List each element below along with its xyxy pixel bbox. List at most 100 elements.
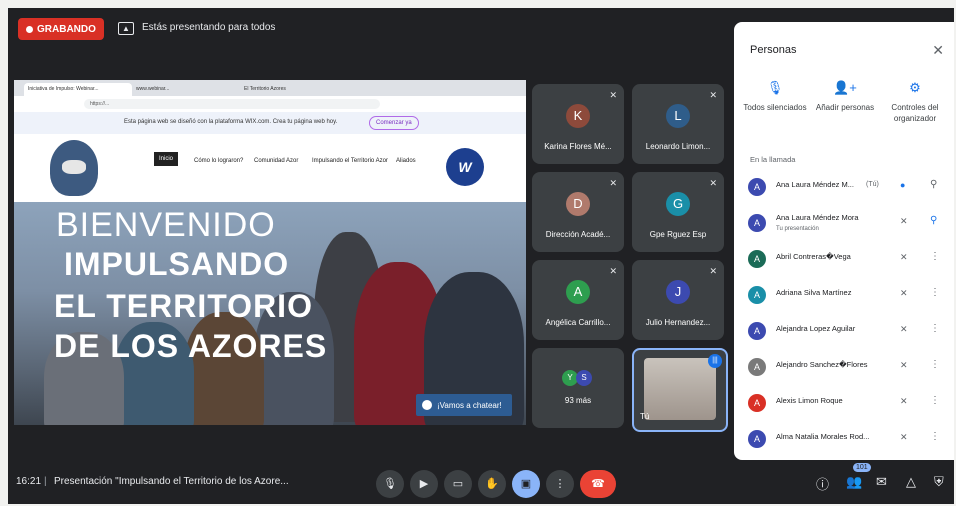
action-label: Controles del organizador [891,103,939,123]
more-participants-tile[interactable]: Y S 93 más [532,348,624,428]
host-controls-button[interactable]: ⚙ Controles del organizador [880,80,950,124]
add-person-icon: 👤+ [833,80,857,95]
meeting-info-icon[interactable]: ⓘ [816,474,829,493]
hero-line-3: EL TERRITORIO [54,288,313,324]
mic-off-icon[interactable]: ✕ [900,396,908,407]
pin-icon[interactable]: ⚲ [930,215,937,226]
avatar: A [748,322,766,340]
host-controls-icon: ⚙ [909,80,921,95]
present-button[interactable]: ▣ [512,470,540,498]
more-options-button[interactable]: ⋮ [546,470,574,498]
mic-off-icon: ✕ [709,266,717,276]
participant-name: Adriana Silva Martínez [776,288,852,297]
participant-tile[interactable]: ✕ J Julio Hernandez... [632,260,724,340]
separator: | [44,476,47,487]
more-options-icon[interactable]: ⋮ [930,287,940,298]
avatar: S [576,370,592,386]
mic-off-icon: ✕ [709,178,717,188]
nav-aliados[interactable]: Aliados [396,158,416,164]
participant-name: Alejandro Sanchez�Flores [776,360,868,369]
recording-label: GRABANDO [37,23,96,35]
falcon-mascot-icon [50,140,98,196]
chat-label: ¡Vamos a chatear! [437,400,502,410]
avatar: K [566,104,590,128]
browser-tab[interactable]: Iniciativa de Impulso: Webinar... [24,83,132,96]
leave-call-button[interactable]: ☎ [580,470,616,498]
more-options-icon[interactable]: ⋮ [930,395,940,406]
hero-line-1: BIENVENIDO [56,206,276,244]
url-field[interactable]: https://... [84,99,380,109]
avatar: A [748,394,766,412]
more-options-icon[interactable]: ⋮ [930,359,940,370]
close-icon[interactable]: ✕ [932,42,944,59]
raise-hand-button[interactable]: ✋ [478,470,506,498]
participant-row[interactable]: A Alejandra Lopez Aguilar ✕ ⋮ [742,316,948,346]
recording-badge[interactable]: GRABANDO [18,18,104,40]
mic-off-icon[interactable]: ✕ [900,252,908,263]
people-icon[interactable]: 👥 [846,474,862,490]
host-controls-icon[interactable]: ⛨ [934,474,944,490]
nav-inicio[interactable]: Inicio [154,152,179,166]
mic-off-icon[interactable]: ✕ [900,432,908,443]
participant-row[interactable]: A Alma Natalia Morales Rod... ✕ ⋮ [742,424,948,454]
chat-bubble-icon [422,400,432,410]
mic-off-icon[interactable]: ✕ [900,216,908,227]
self-tile[interactable]: ||| Tú [632,348,728,432]
participant-row[interactable]: A Alexis Limon Roque ✕ ⋮ [742,388,948,418]
participant-name: Leonardo Limon... [645,142,711,151]
participant-name: Ana Laura Méndez Mora [776,213,859,222]
self-video [644,358,716,420]
wix-banner: Esta página web se diseñó con la platafo… [14,112,526,134]
shared-screen: Iniciativa de Impulso: Webinar... www.we… [14,80,526,425]
participant-tile[interactable]: ✕ G Gpe Rguez Esp [632,172,724,252]
participant-name: Gpe Rguez Esp [649,230,707,239]
more-options-icon[interactable]: ⋮ [930,323,940,334]
hand-icon: ✋ [485,478,499,490]
more-options-icon[interactable]: ⋮ [930,251,940,262]
add-people-button[interactable]: 👤+ Añadir personas [810,80,880,113]
browser-tab[interactable]: El Territorio Azores [240,83,328,96]
record-dot-icon [26,25,33,33]
browser-tab[interactable]: www.webinar... [132,83,210,96]
participant-row[interactable]: A Ana Laura Méndez M... (Tú) ● ⚲ [742,172,948,202]
participant-name: Alma Natalia Morales Rod... [776,432,870,441]
mic-off-icon: ✕ [709,90,717,100]
action-label: Añadir personas [815,103,875,112]
wix-start-button[interactable]: Comenzar ya [369,116,419,130]
participant-tile[interactable]: ✕ K Karina Flores Mé... [532,84,624,164]
participant-row[interactable]: A Ana Laura Méndez Mora Tu presentación … [742,208,948,238]
captions-icon: ▭ [452,478,464,490]
avatar: A [748,286,766,304]
chat-button[interactable]: ¡Vamos a chatear! [416,394,512,416]
avatar: L [666,104,690,128]
browser-url-bar: https://... [14,96,526,113]
people-panel: Personas ✕ 🎙 Todos silenciados 👤+ Añadir… [734,22,954,460]
participant-row[interactable]: A Adriana Silva Martínez ✕ ⋮ [742,280,948,310]
participant-name: Karina Flores Mé... [544,142,612,151]
participant-row[interactable]: A Alejandro Sanchez�Flores ✕ ⋮ [742,352,948,382]
mic-button[interactable]: 🎙 [376,470,404,498]
captions-button[interactable]: ▭ [444,470,472,498]
mic-off-icon: ✕ [609,178,617,188]
nav-impulsando[interactable]: Impulsando el Territorio Azor [312,158,388,164]
mic-off-icon[interactable]: ✕ [900,324,908,335]
participant-tile[interactable]: ✕ D Dirección Acadé... [532,172,624,252]
present-screen-icon: ▣ [520,478,532,490]
mute-all-button[interactable]: 🎙 Todos silenciados [740,80,810,113]
participant-row[interactable]: A Abril Contreras�Vega ✕ ⋮ [742,244,948,274]
participant-tile[interactable]: ✕ L Leonardo Limon... [632,84,724,164]
chat-icon[interactable]: ✉ [876,474,887,490]
activities-icon[interactable]: △ [906,474,916,490]
meet-window: GRABANDO ▲ Estás presentando para todos … [8,8,954,504]
participant-name: Alejandra Lopez Aguilar [776,324,856,333]
participant-name: Abril Contreras�Vega [776,252,851,261]
mic-off-icon[interactable]: ✕ [900,360,908,371]
participant-tile[interactable]: ✕ A Angélica Carrillo... [532,260,624,340]
mic-off-icon: 🎙 [766,80,784,95]
pin-icon[interactable]: ⚲ [930,179,937,190]
nav-comunidad[interactable]: Comunidad Azor [254,158,298,164]
mic-off-icon[interactable]: ✕ [900,288,908,299]
more-options-icon[interactable]: ⋮ [930,431,940,442]
camera-button[interactable]: ▶ [410,470,438,498]
nav-como[interactable]: Cómo lo lograron? [194,158,243,164]
